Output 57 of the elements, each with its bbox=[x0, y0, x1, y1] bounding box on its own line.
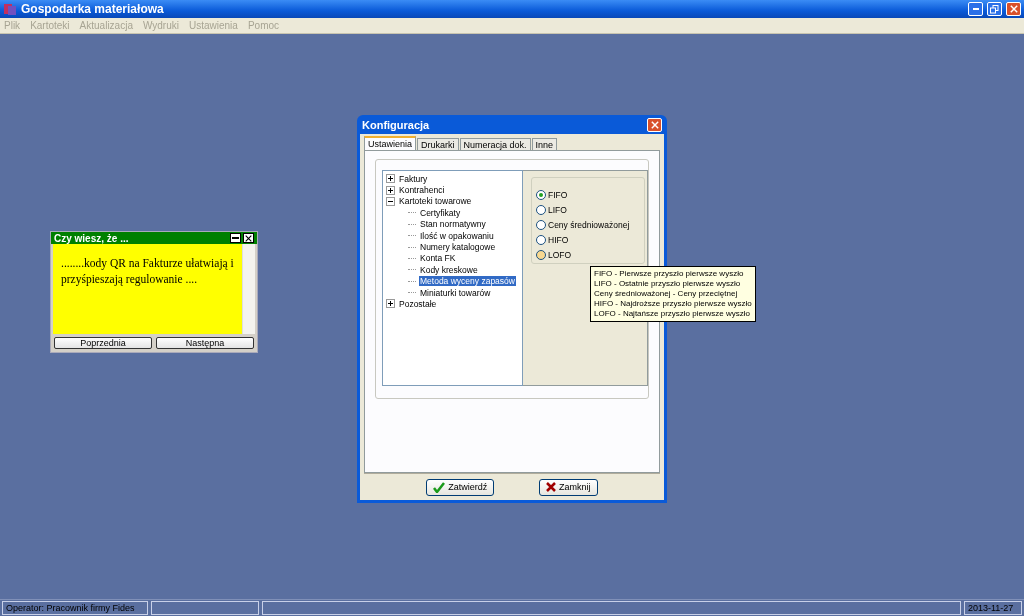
tab[interactable]: Inne bbox=[531, 138, 558, 150]
tree-item[interactable]: Numery katalogowe bbox=[419, 242, 497, 253]
restore-button[interactable] bbox=[987, 2, 1002, 16]
close-icon bbox=[546, 482, 557, 492]
close-button[interactable] bbox=[243, 233, 254, 243]
scrollbar[interactable] bbox=[242, 244, 255, 334]
radio-option[interactable]: LOFO bbox=[536, 248, 644, 261]
dialog-title: Konfiguracja bbox=[362, 118, 431, 131]
radio-option[interactable]: FIFO bbox=[536, 188, 644, 201]
tree-item[interactable]: Kody kreskowe bbox=[419, 264, 479, 275]
minimize-button[interactable] bbox=[230, 233, 241, 243]
close-icon bbox=[650, 120, 659, 129]
close-button[interactable]: Zamknij bbox=[539, 478, 598, 496]
nav-button[interactable]: Poprzednia bbox=[54, 337, 152, 349]
tooltip-line: Ceny średnioważonej - Ceny przeciętnej bbox=[594, 289, 739, 299]
tip-title: Czy wiesz, że ... bbox=[54, 232, 130, 244]
confirm-button[interactable]: Zatwierdź bbox=[426, 478, 495, 496]
expand-icon[interactable] bbox=[386, 174, 395, 184]
tree-item[interactable]: Ilość w opakowaniu bbox=[419, 230, 495, 241]
radio-icon[interactable] bbox=[536, 249, 546, 260]
minimize-icon bbox=[972, 7, 979, 11]
tree-item[interactable]: Kartoteki towarowe bbox=[398, 196, 473, 207]
tree-item[interactable]: Certyfikaty bbox=[419, 207, 462, 218]
tree-item[interactable]: Miniaturki towarów bbox=[419, 287, 492, 298]
close-icon bbox=[245, 234, 252, 242]
tree-item[interactable]: Stan normatywny bbox=[419, 219, 487, 230]
radio-option[interactable]: LIFO bbox=[536, 203, 644, 216]
expand-icon[interactable] bbox=[386, 299, 395, 309]
expand-icon[interactable] bbox=[386, 185, 395, 195]
radio-option[interactable]: Ceny średnioważonej bbox=[536, 218, 644, 231]
app-icon bbox=[3, 2, 17, 16]
operator-label: Operator: Pracownik firmy Fides bbox=[2, 601, 148, 615]
collapse-icon[interactable] bbox=[386, 196, 395, 206]
tree-item[interactable]: Kontrahenci bbox=[398, 185, 446, 196]
tab[interactable]: Drukarki bbox=[417, 138, 459, 150]
tree-item[interactable]: Faktury bbox=[398, 173, 429, 184]
nav-button[interactable]: Następna bbox=[156, 337, 254, 349]
window-title: Gospodarka materiałowa bbox=[21, 2, 165, 16]
tree-item[interactable]: Konta FK bbox=[419, 253, 457, 264]
radio-option[interactable]: HIFO bbox=[536, 233, 644, 246]
tab[interactable]: Numeracja dok. bbox=[459, 138, 531, 150]
tip-message: ........kody QR na Fakturze ułatwiają i przyśpieszają regulowanie .... bbox=[60, 256, 235, 288]
tooltip-line: HIFO - Najdroższe przyszło pierwsze wyszło bbox=[594, 299, 752, 309]
minimize-icon bbox=[232, 237, 239, 239]
radio-icon[interactable] bbox=[536, 219, 546, 230]
tree-item[interactable]: Metoda wyceny zapasów bbox=[419, 276, 516, 287]
tooltip-line: FIFO - Pierwsze przyszło pierwsze wyszło bbox=[594, 269, 745, 279]
tooltip-line: LOFO - Najtańsze przyszło pierwsze wyszło bbox=[594, 309, 752, 319]
close-icon bbox=[1009, 5, 1018, 13]
tooltip-line: LIFO - Ostatnie przyszło pierwsze wyszło bbox=[594, 279, 742, 289]
radio-icon[interactable] bbox=[536, 204, 546, 215]
radio-icon[interactable] bbox=[536, 189, 546, 200]
checkmark-icon bbox=[433, 481, 446, 493]
tree-item[interactable]: Pozostałe bbox=[398, 299, 438, 309]
radio-icon[interactable] bbox=[536, 234, 546, 245]
tab[interactable]: Ustawienia bbox=[364, 136, 417, 150]
date-label: 2013-11-27 bbox=[964, 601, 1022, 615]
